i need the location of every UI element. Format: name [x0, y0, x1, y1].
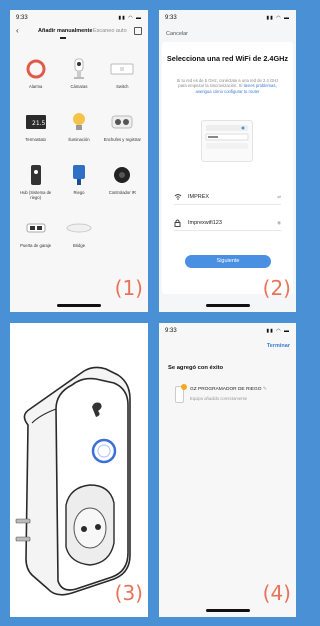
status-time: 9:33: [16, 15, 28, 21]
signal-icon: ▮▮ ◠ ▬: [266, 328, 290, 334]
lock-icon: [174, 219, 181, 229]
wifi-network-field[interactable]: IMPREX ⇄: [174, 191, 281, 205]
device-status: Equipo añadido correctamente: [190, 396, 248, 401]
device-name: GZ PROGRAMADOR DE RIEGO ✎: [190, 387, 267, 392]
panel-number: (3): [114, 581, 143, 605]
finish-button[interactable]: Terminar: [267, 343, 290, 349]
category-label: Cámaras: [70, 84, 88, 89]
alarm-icon: [23, 56, 49, 82]
irrigation-icon: [66, 162, 92, 188]
category-riego[interactable]: Riego: [57, 162, 100, 208]
status-time: 9:33: [165, 15, 177, 21]
category-label: Enchufes y registrar: [103, 137, 141, 142]
wifi-icon: [174, 193, 182, 202]
category-label: Alarma: [29, 84, 43, 89]
wifi-select-screen: 9:33 ▮▮ ◠ ▬ Cancelar Selecciona una red …: [159, 10, 296, 312]
page-title: Se agregó con éxito: [168, 365, 224, 371]
category-garaje[interactable]: Puerta de garaje: [14, 215, 57, 261]
category-controlador-ir[interactable]: Controlador IR: [101, 162, 144, 208]
category-label: Controlador IR: [108, 190, 136, 195]
panel-number: (1): [114, 276, 143, 300]
category-switch[interactable]: Switch: [101, 56, 144, 102]
added-device-item[interactable]: GZ PROGRAMADOR DE RIEGO ✎ Equipo añadido…: [175, 384, 287, 406]
signal-icon: ▮▮ ◠ ▬: [118, 15, 142, 21]
switch-icon: [109, 56, 135, 82]
category-label: Bridge: [72, 243, 86, 248]
tab-auto-scan[interactable]: Escaneo auto: [93, 28, 127, 34]
svg-text:21.5: 21.5: [32, 120, 46, 127]
panel-number: (2): [262, 276, 291, 300]
wifi-name: IMPREX: [188, 194, 210, 200]
wifi-illustration: [201, 120, 253, 162]
add-device-screen: 9:33 ▮▮ ◠ ▬ ‹ Añadir manualmente Escaneo…: [10, 10, 148, 312]
hub-icon: [23, 162, 49, 188]
smart-plug-illustration: [15, 366, 131, 596]
plug-icon: [109, 109, 135, 135]
status-bar: 9:33 ▮▮ ◠ ▬: [16, 13, 142, 23]
show-password-icon[interactable]: ◉: [277, 220, 281, 226]
status-time: 9:33: [165, 328, 177, 334]
category-alarma[interactable]: Alarma: [14, 56, 57, 102]
wifi-instructions: Si tu red es de 5 GHz, conéctate a una r…: [172, 78, 283, 94]
category-hub[interactable]: Hub (Sistema de riego): [14, 162, 57, 208]
home-indicator: [205, 304, 250, 307]
thermostat-icon: 21.5: [23, 109, 49, 135]
category-camaras[interactable]: Cámaras: [57, 56, 100, 102]
garage-icon: [23, 215, 49, 241]
next-button[interactable]: Siguiente: [185, 255, 271, 268]
home-indicator: [57, 304, 101, 307]
category-termostato[interactable]: 21.5 Termostato: [14, 109, 57, 155]
camera-icon: [66, 56, 92, 82]
category-label: Riego: [73, 190, 85, 195]
category-iluminacion[interactable]: Iluminación: [57, 109, 100, 155]
bulb-icon: [66, 109, 92, 135]
wifi-card: Selecciona una red WiFi de 2.4GHz Si tu …: [162, 42, 293, 294]
category-label: Switch: [116, 84, 129, 89]
scan-icon[interactable]: [134, 27, 142, 35]
status-bar: 9:33 ▮▮ ◠ ▬: [165, 13, 290, 23]
bridge-icon: [66, 215, 92, 241]
panel-number: (4): [262, 581, 291, 605]
home-indicator: [205, 609, 250, 612]
tab-header: ‹ Añadir manualmente Escaneo auto: [10, 26, 148, 39]
category-bridge[interactable]: Bridge: [57, 215, 100, 261]
password-field[interactable]: Imprexwifi123 ◉: [174, 217, 281, 231]
status-bar: 9:33 ▮▮ ◠ ▬: [165, 326, 290, 336]
category-grid: Alarma Cámaras Switch 21.5 Termostato Il…: [14, 56, 144, 261]
tab-indicator: [60, 37, 66, 39]
category-label: Termostato: [25, 137, 47, 142]
wifi-switch-icon[interactable]: ⇄: [277, 194, 281, 200]
back-icon[interactable]: ‹: [16, 26, 19, 36]
signal-icon: ▮▮ ◠ ▬: [266, 15, 290, 21]
device-badge-icon: [181, 384, 187, 390]
device-photo-panel: (3): [10, 323, 148, 617]
password-value: Imprexwifi123: [188, 220, 222, 226]
category-enchufes[interactable]: Enchufes y registrar: [101, 109, 144, 155]
category-label: Iluminación: [68, 137, 90, 142]
tab-add-manually[interactable]: Añadir manualmente: [38, 28, 92, 34]
ir-controller-icon: [109, 162, 135, 188]
edit-icon[interactable]: ✎: [263, 387, 267, 392]
page-title: Selecciona una red WiFi de 2.4GHz: [166, 54, 289, 63]
cancel-button[interactable]: Cancelar: [166, 31, 188, 37]
success-screen: 9:33 ▮▮ ◠ ▬ Terminar Se agregó con éxito…: [159, 323, 296, 617]
category-label: Puerta de garaje: [20, 243, 52, 248]
category-label: Hub (Sistema de riego): [20, 190, 52, 200]
